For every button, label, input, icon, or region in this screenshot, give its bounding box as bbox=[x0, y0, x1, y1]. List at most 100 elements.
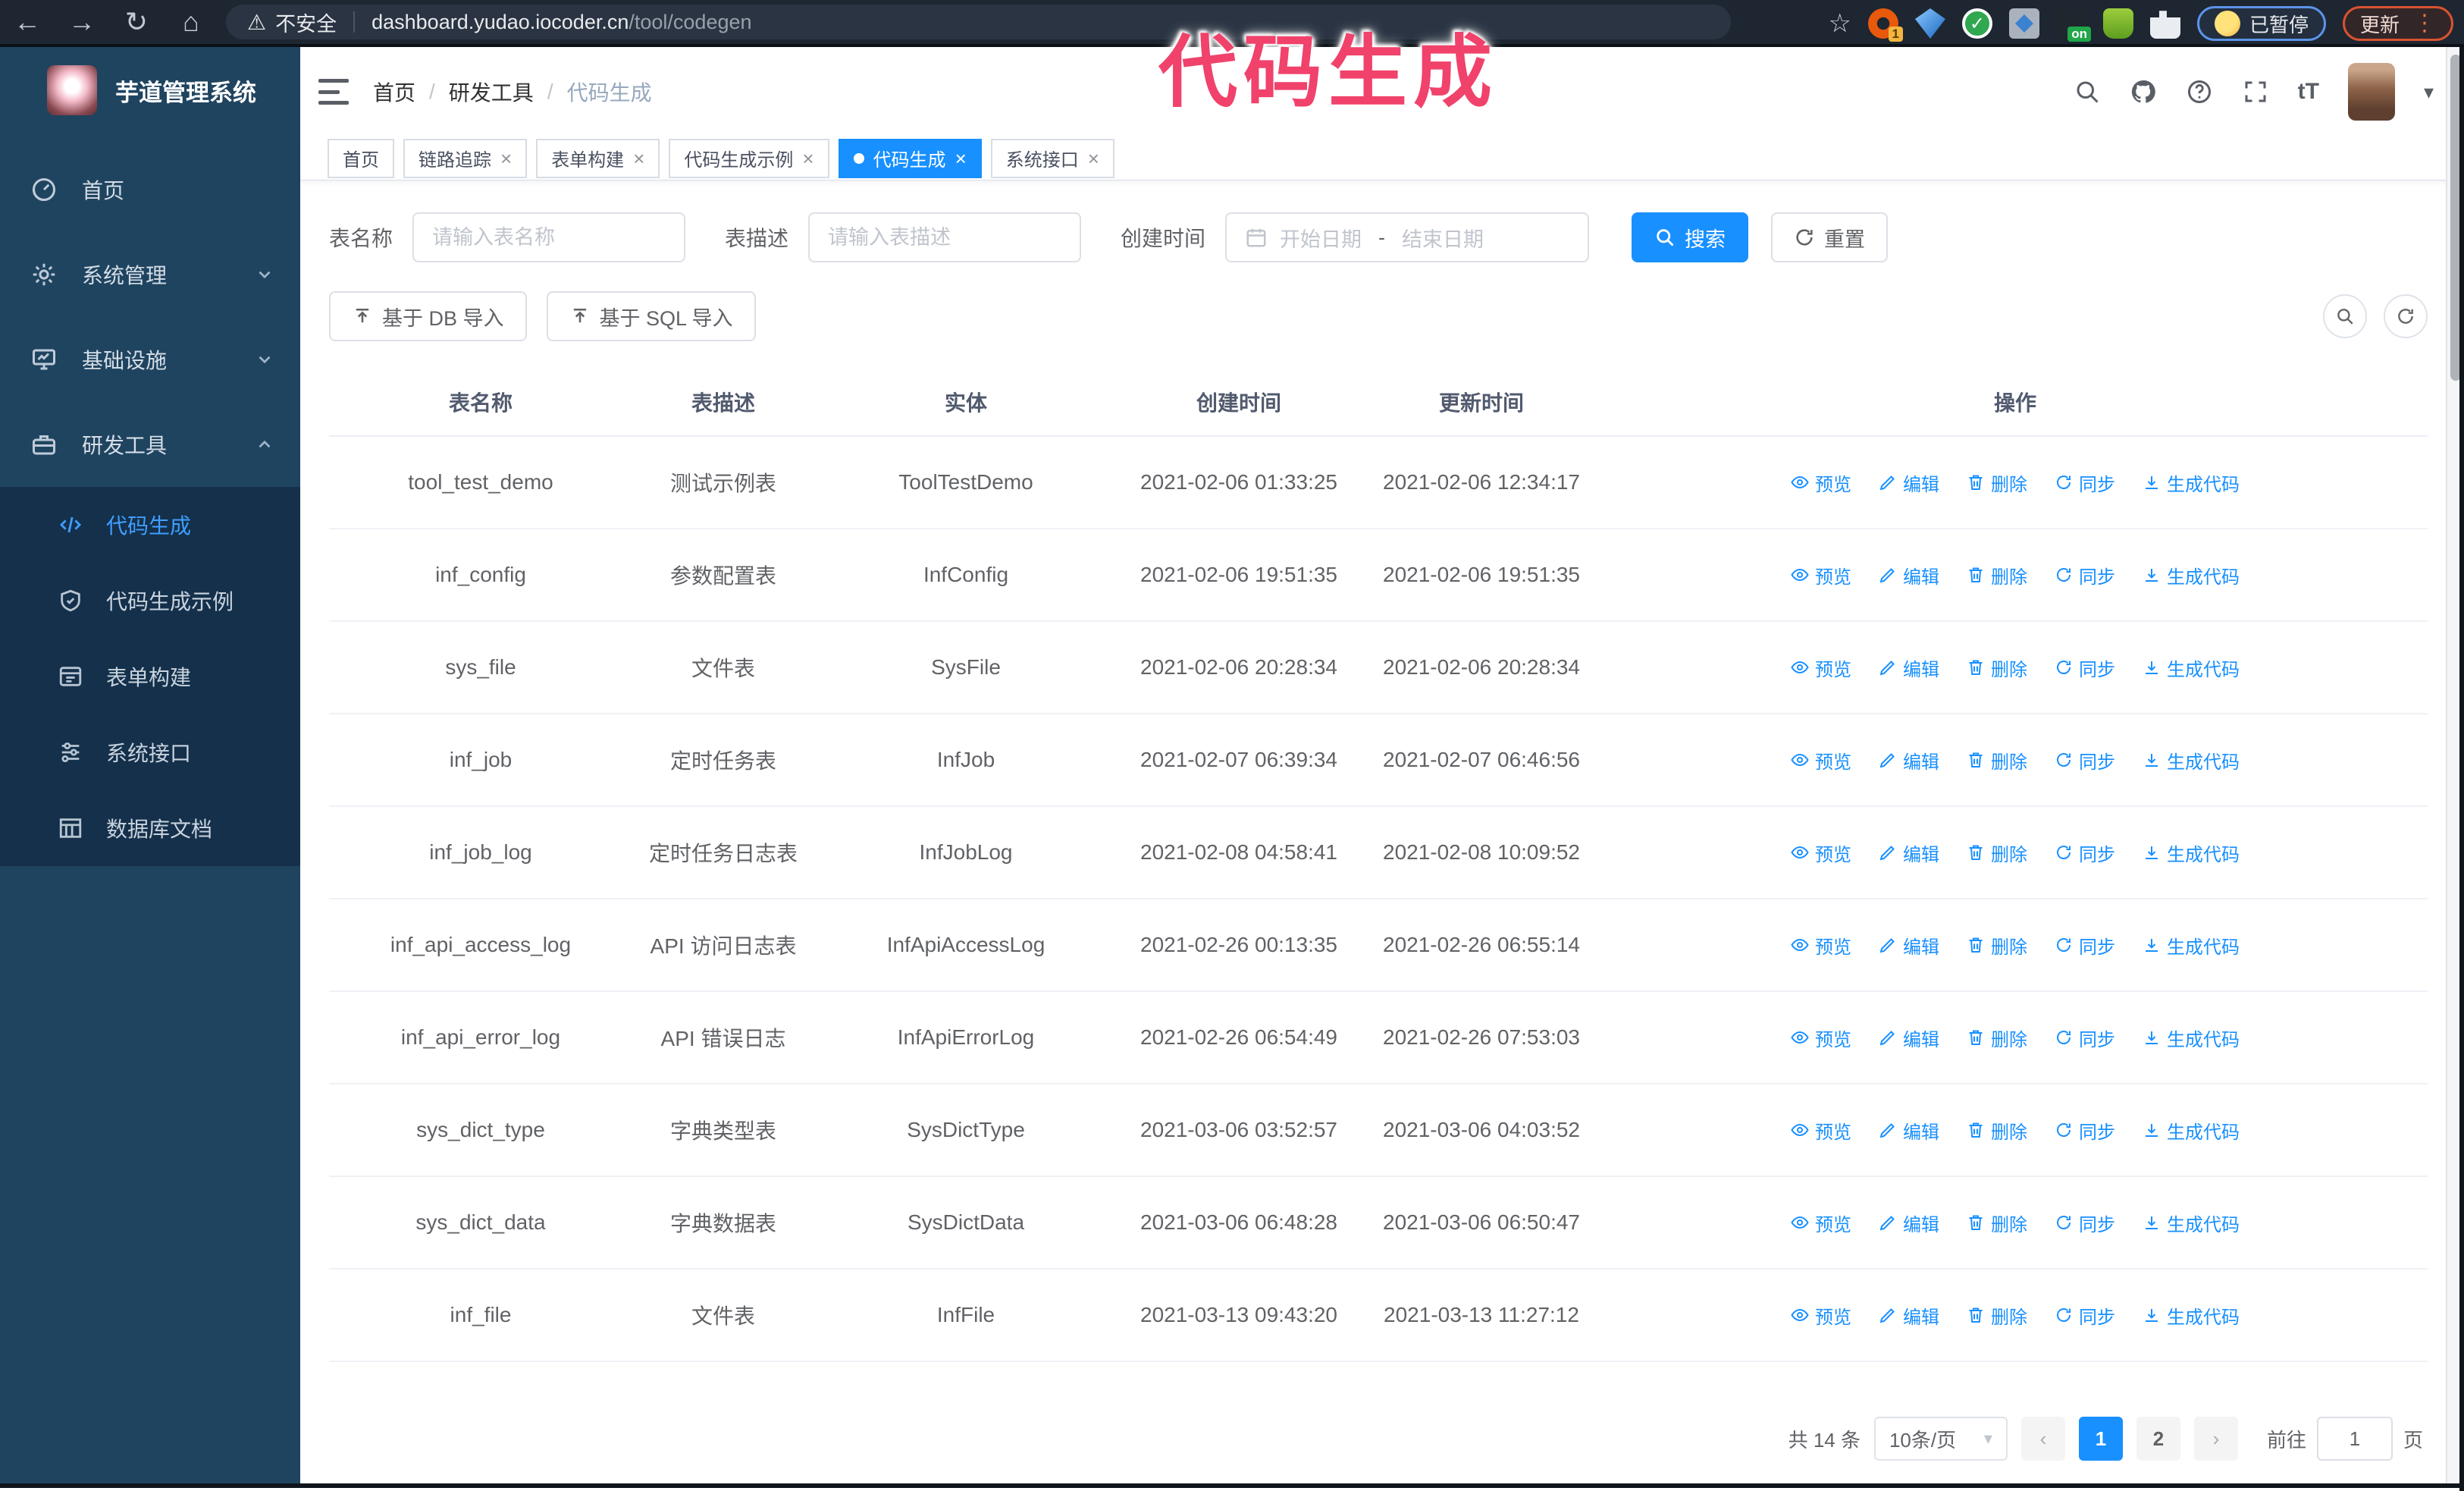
row-action-edit[interactable]: 编辑 bbox=[1879, 932, 1939, 959]
refresh-table-button[interactable] bbox=[2384, 294, 2428, 338]
extension-diamond-icon[interactable] bbox=[1914, 8, 1945, 39]
back-icon[interactable]: ← bbox=[0, 6, 55, 38]
date-range-picker[interactable]: 开始日期 - 结束日期 bbox=[1225, 212, 1590, 262]
row-action-edit[interactable]: 编辑 bbox=[1879, 1117, 1939, 1144]
sidebar-logo[interactable]: 芋道管理系统 bbox=[0, 47, 300, 129]
row-action-edit[interactable]: 编辑 bbox=[1879, 840, 1939, 866]
sidebar-item-home[interactable]: 首页 bbox=[0, 147, 300, 232]
row-action-generate[interactable]: 生成代码 bbox=[2143, 1117, 2240, 1144]
row-action-edit[interactable]: 编辑 bbox=[1879, 1025, 1939, 1051]
row-action-sync[interactable]: 同步 bbox=[2055, 1210, 2115, 1236]
hamburger-icon[interactable] bbox=[318, 79, 349, 105]
row-action-preview[interactable]: 预览 bbox=[1791, 654, 1851, 681]
extension-green-icon[interactable] bbox=[2102, 8, 2133, 39]
row-action-preview[interactable]: 预览 bbox=[1791, 1117, 1851, 1144]
sidebar-item-devtools[interactable]: 研发工具 bbox=[0, 402, 300, 487]
row-action-delete[interactable]: 删除 bbox=[1967, 1025, 2027, 1051]
reset-button[interactable]: 重置 bbox=[1771, 212, 1889, 262]
goto-page-input[interactable] bbox=[2316, 1417, 2393, 1461]
bookmark-star-icon[interactable]: ☆ bbox=[1828, 8, 1851, 39]
extension-on-icon[interactable]: on bbox=[2055, 8, 2091, 42]
sidebar-item-form-builder[interactable]: 表单构建 bbox=[0, 639, 300, 714]
row-action-sync[interactable]: 同步 bbox=[2055, 1025, 2115, 1051]
row-action-sync[interactable]: 同步 bbox=[2055, 747, 2115, 774]
address-bar[interactable]: ⚠ 不安全 dashboard.yudao.iocoder.cn/tool/co… bbox=[226, 5, 1731, 39]
row-action-generate[interactable]: 生成代码 bbox=[2143, 1210, 2240, 1236]
tab-form-builder[interactable]: 表单构建 × bbox=[536, 138, 660, 178]
tab-home[interactable]: 首页 bbox=[328, 138, 394, 178]
paused-chip[interactable]: 已暂停 bbox=[2196, 6, 2326, 41]
row-action-delete[interactable]: 删除 bbox=[1967, 654, 2027, 681]
row-action-edit[interactable]: 编辑 bbox=[1879, 654, 1939, 681]
extension-check-icon[interactable]: ✓ bbox=[1961, 8, 1992, 39]
row-action-delete[interactable]: 删除 bbox=[1967, 840, 2027, 866]
sidebar-item-infra[interactable]: 基础设施 bbox=[0, 317, 300, 402]
row-action-preview[interactable]: 预览 bbox=[1791, 932, 1851, 959]
sidebar-item-db-doc[interactable]: 数据库文档 bbox=[0, 790, 300, 866]
row-action-edit[interactable]: 编辑 bbox=[1879, 1210, 1939, 1236]
prev-page-button[interactable]: ‹ bbox=[2020, 1417, 2065, 1461]
row-action-generate[interactable]: 生成代码 bbox=[2143, 1302, 2240, 1329]
tab-codegen-example[interactable]: 代码生成示例 × bbox=[669, 138, 829, 178]
row-action-delete[interactable]: 删除 bbox=[1967, 747, 2027, 774]
page-size-select[interactable]: 10条/页 ▾ bbox=[1873, 1417, 2008, 1461]
close-icon[interactable]: × bbox=[802, 149, 813, 168]
breadcrumb-home[interactable]: 首页 bbox=[373, 77, 415, 107]
start-date-placeholder[interactable]: 开始日期 bbox=[1280, 223, 1362, 253]
home-icon[interactable]: ⌂ bbox=[164, 6, 218, 38]
row-action-preview[interactable]: 预览 bbox=[1791, 469, 1851, 496]
close-icon[interactable]: × bbox=[500, 149, 512, 168]
row-action-generate[interactable]: 生成代码 bbox=[2143, 932, 2240, 959]
user-avatar[interactable] bbox=[2347, 63, 2395, 121]
row-action-sync[interactable]: 同步 bbox=[2055, 469, 2115, 496]
tab-codegen[interactable]: 代码生成 × bbox=[838, 138, 982, 178]
forward-icon[interactable]: → bbox=[55, 6, 109, 38]
row-action-sync[interactable]: 同步 bbox=[2055, 562, 2115, 589]
row-action-delete[interactable]: 删除 bbox=[1967, 1117, 2027, 1144]
row-action-preview[interactable]: 预览 bbox=[1791, 1210, 1851, 1236]
db-import-button[interactable]: 基于 DB 导入 bbox=[329, 291, 527, 341]
row-action-preview[interactable]: 预览 bbox=[1791, 1302, 1851, 1329]
row-action-generate[interactable]: 生成代码 bbox=[2143, 654, 2240, 681]
sidebar-item-codegen[interactable]: 代码生成 bbox=[0, 487, 300, 563]
row-action-delete[interactable]: 删除 bbox=[1967, 469, 2027, 496]
breadcrumb-devtools[interactable]: 研发工具 bbox=[449, 77, 534, 107]
row-action-delete[interactable]: 删除 bbox=[1967, 1302, 2027, 1329]
font-size-icon[interactable]: tT bbox=[2298, 79, 2319, 105]
tab-tracing[interactable]: 链路追踪 × bbox=[403, 138, 528, 178]
row-action-edit[interactable]: 编辑 bbox=[1879, 562, 1939, 589]
row-action-sync[interactable]: 同步 bbox=[2055, 1117, 2115, 1144]
sidebar-item-codegen-example[interactable]: 代码生成示例 bbox=[0, 563, 300, 639]
row-action-edit[interactable]: 编辑 bbox=[1879, 1302, 1939, 1329]
row-action-generate[interactable]: 生成代码 bbox=[2143, 747, 2240, 774]
search-button[interactable]: 搜索 bbox=[1632, 212, 1749, 262]
row-action-preview[interactable]: 预览 bbox=[1791, 840, 1851, 866]
close-icon[interactable]: × bbox=[1088, 149, 1099, 168]
tab-system-api[interactable]: 系统接口 × bbox=[990, 138, 1114, 178]
sql-import-button[interactable]: 基于 SQL 导入 bbox=[546, 291, 756, 341]
update-chip[interactable]: 更新 ⋮ bbox=[2342, 6, 2453, 41]
row-action-edit[interactable]: 编辑 bbox=[1879, 469, 1939, 496]
row-action-sync[interactable]: 同步 bbox=[2055, 654, 2115, 681]
github-icon[interactable] bbox=[2130, 78, 2157, 105]
row-action-edit[interactable]: 编辑 bbox=[1879, 747, 1939, 774]
sidebar-item-system[interactable]: 系统管理 bbox=[0, 232, 300, 317]
row-action-preview[interactable]: 预览 bbox=[1791, 562, 1851, 589]
row-action-generate[interactable]: 生成代码 bbox=[2143, 1025, 2240, 1051]
reload-icon[interactable]: ↻ bbox=[109, 6, 164, 38]
next-page-button[interactable]: › bbox=[2193, 1417, 2238, 1461]
row-action-delete[interactable]: 删除 bbox=[1967, 932, 2027, 959]
row-action-sync[interactable]: 同步 bbox=[2055, 932, 2115, 959]
extensions-puzzle-icon[interactable] bbox=[2149, 11, 2180, 39]
row-action-generate[interactable]: 生成代码 bbox=[2143, 840, 2240, 866]
help-icon[interactable] bbox=[2186, 78, 2213, 105]
row-action-sync[interactable]: 同步 bbox=[2055, 1302, 2115, 1329]
row-action-delete[interactable]: 删除 bbox=[1967, 562, 2027, 589]
row-action-generate[interactable]: 生成代码 bbox=[2143, 469, 2240, 496]
table-name-input[interactable] bbox=[432, 225, 666, 250]
kebab-menu-icon[interactable]: ⋮ bbox=[2413, 12, 2436, 35]
row-action-sync[interactable]: 同步 bbox=[2055, 840, 2115, 866]
search-icon[interactable] bbox=[2074, 78, 2101, 105]
page-button-1[interactable]: 1 bbox=[2078, 1417, 2123, 1461]
end-date-placeholder[interactable]: 结束日期 bbox=[1402, 223, 1484, 253]
